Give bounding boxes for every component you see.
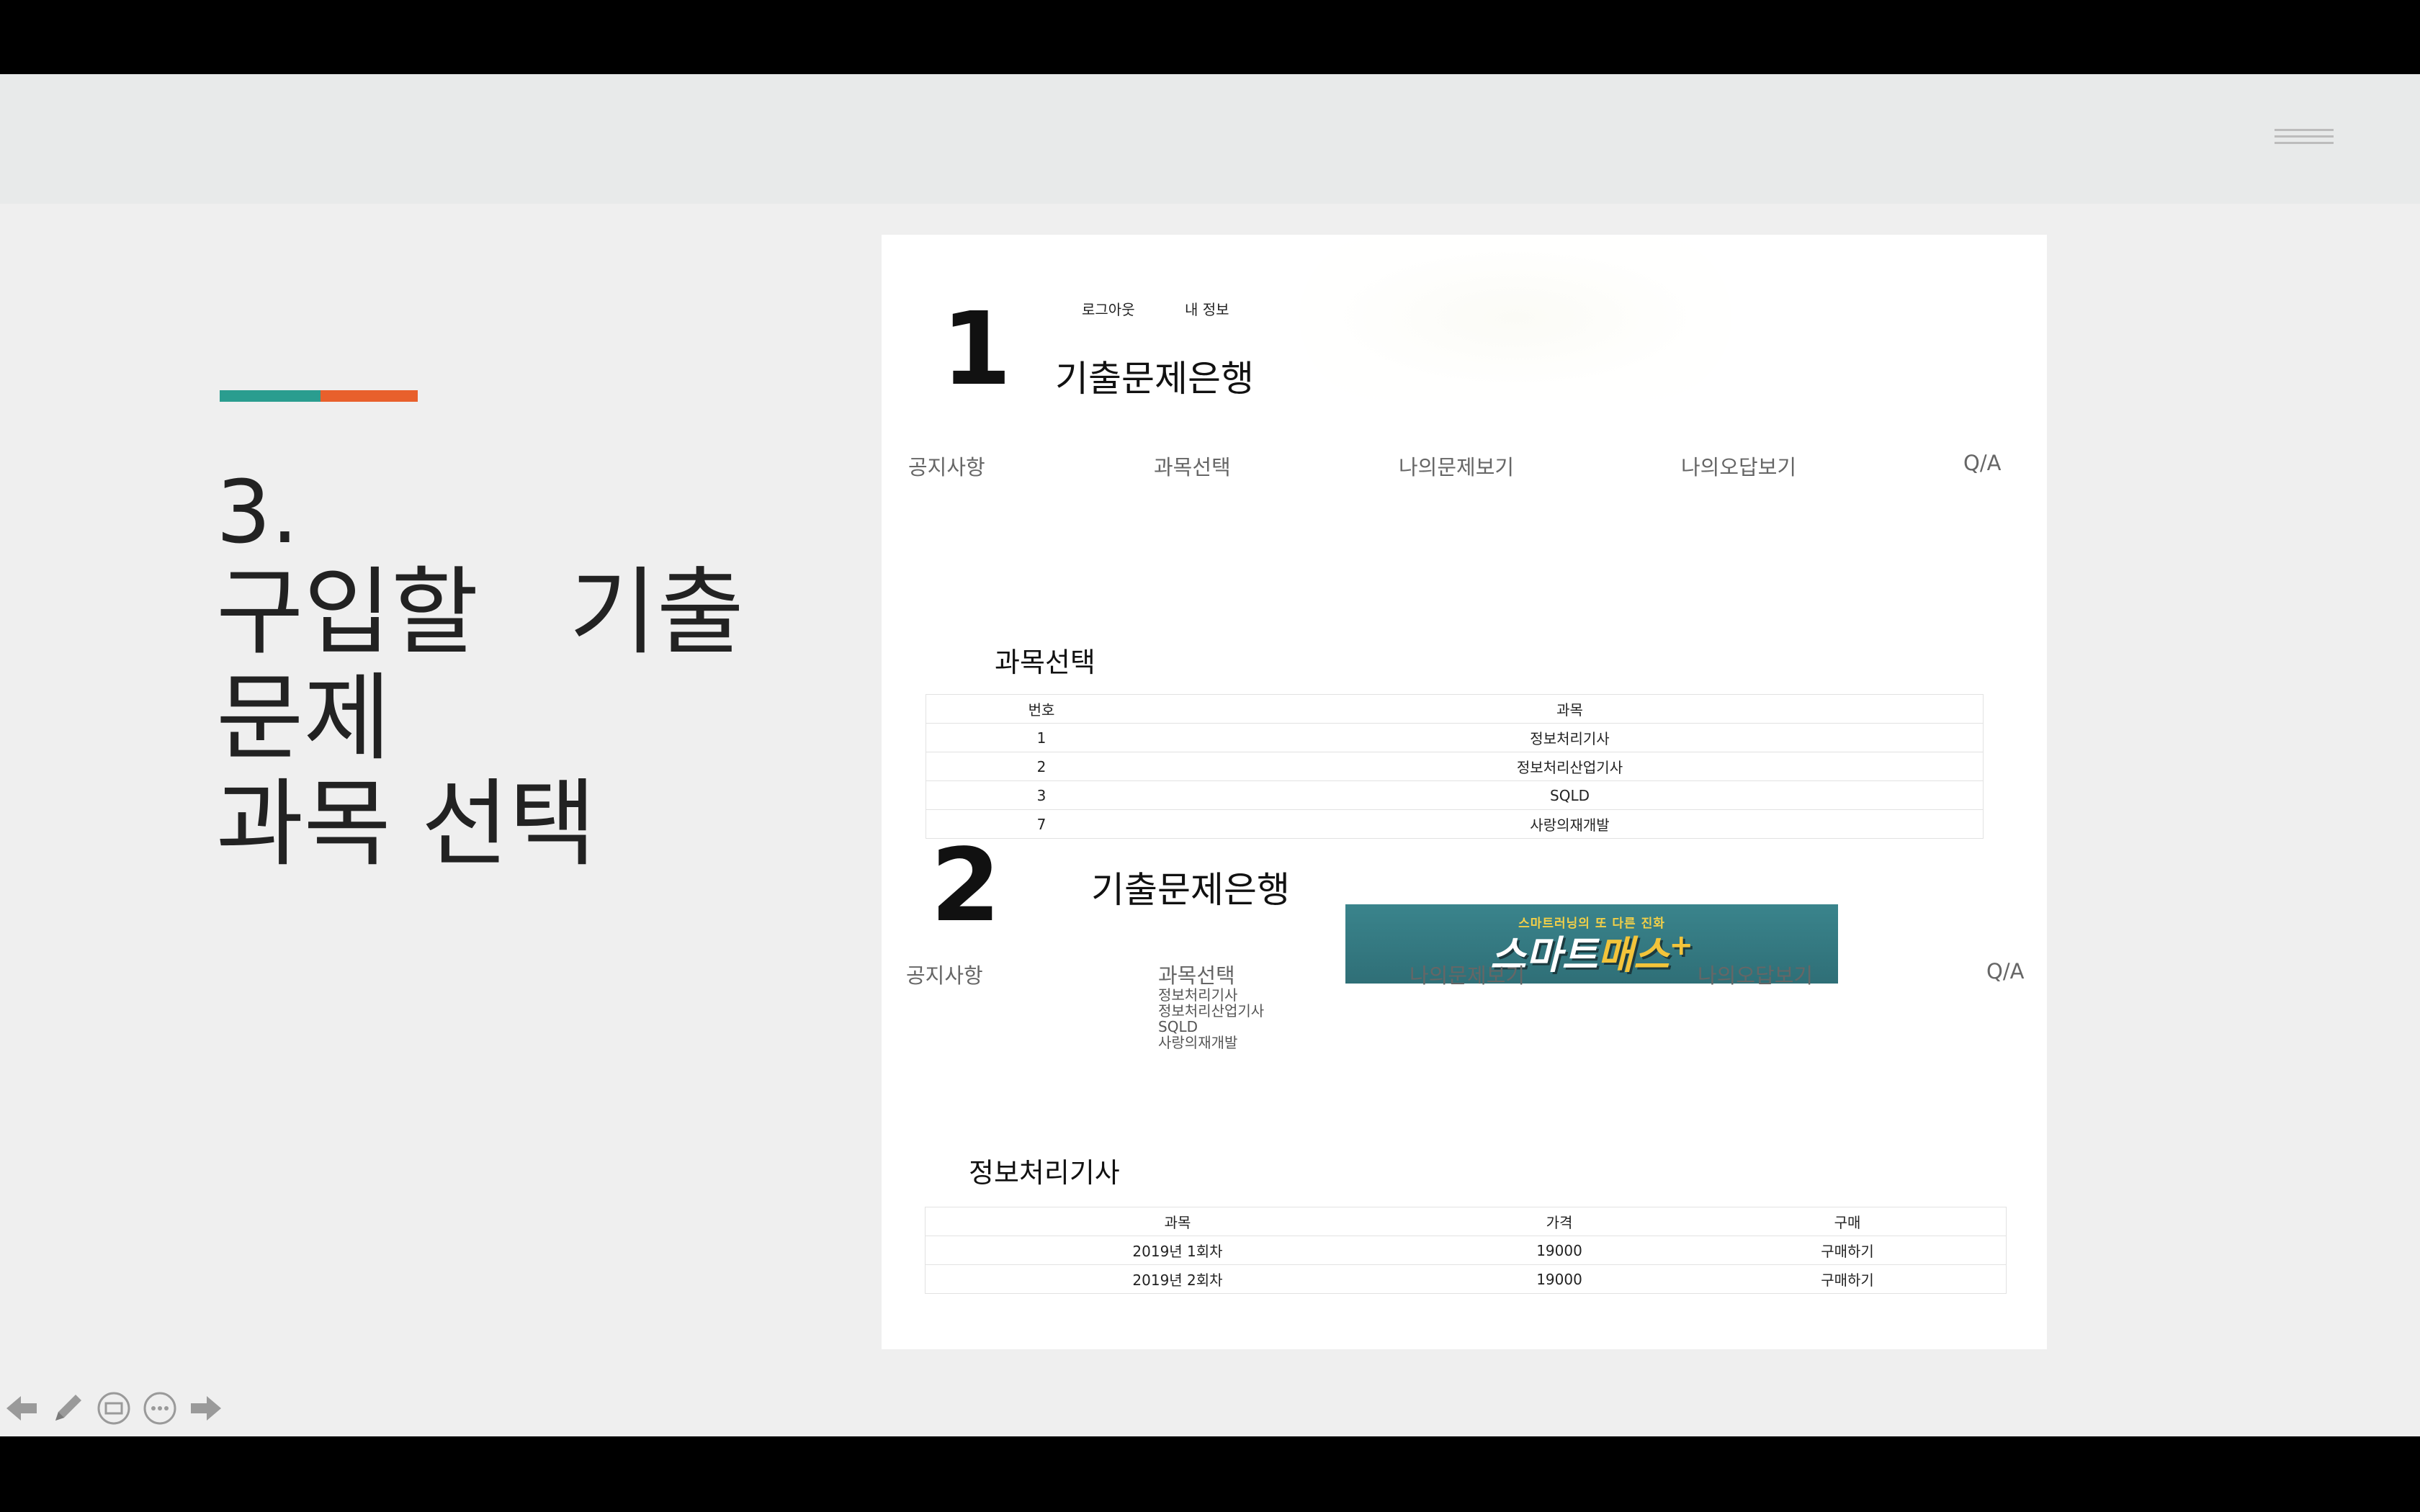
subject-link[interactable]: 정보처리기사 xyxy=(1157,723,1984,752)
logout-link[interactable]: 로그아웃 xyxy=(1082,298,1135,319)
hamburger-menu-icon[interactable] xyxy=(2275,129,2334,153)
table-cell: 3 xyxy=(926,780,1157,810)
buy-link[interactable]: 구매하기 xyxy=(1689,1264,2007,1294)
table-header: 구매 xyxy=(1689,1207,2007,1236)
nav-qa[interactable]: Q/A xyxy=(1986,959,2024,984)
table-row: 2019년 2회차 19000 구매하기 xyxy=(925,1264,2007,1294)
accent-bar-orange xyxy=(321,390,418,402)
faded-logo xyxy=(1299,235,1731,400)
nav-my-questions[interactable]: 나의문제보기 xyxy=(1399,451,1514,481)
presenter-toolbar xyxy=(0,1388,238,1428)
slides-icon[interactable] xyxy=(94,1388,134,1428)
pen-icon[interactable] xyxy=(48,1388,88,1428)
dropdown-item[interactable]: SQLD xyxy=(1158,1019,1264,1035)
nav-my-wrong-answers[interactable]: 나의오답보기 xyxy=(1681,451,1796,481)
nav-subject-select[interactable]: 과목선택 xyxy=(1158,959,1235,989)
nav-subject-select[interactable]: 과목선택 xyxy=(1154,451,1231,481)
site-title[interactable]: 기출문제은행 xyxy=(1055,350,1254,402)
back-arrow-icon[interactable] xyxy=(1,1388,42,1428)
table-row[interactable]: 2 정보처리산업기사 xyxy=(926,752,1984,781)
screenshot-panel: 1 로그아웃 내 정보 기출문제은행 공지사항 과목선택 나의문제보기 나의오답… xyxy=(882,235,2047,1349)
section-title: 정보처리기사 xyxy=(969,1157,1120,1189)
table-row: 2019년 1회차 19000 구매하기 xyxy=(925,1236,2007,1265)
slide-title-line: 과목 선택 xyxy=(216,769,596,880)
step-number: 2 xyxy=(931,827,1001,945)
buy-link[interactable]: 구매하기 xyxy=(1689,1236,2007,1265)
slide-number: 3. xyxy=(216,463,299,563)
table-header: 가격 xyxy=(1430,1207,1689,1236)
section-title: 과목선택 xyxy=(995,647,1095,678)
table-row[interactable]: 7 사랑의재개발 xyxy=(926,809,1984,839)
nav-notice[interactable]: 공지사항 xyxy=(906,959,983,989)
table-row[interactable]: 3 SQLD xyxy=(926,780,1984,810)
dropdown-item[interactable]: 사랑의재개발 xyxy=(1158,1035,1264,1050)
table-cell: 2019년 1회차 xyxy=(925,1236,1430,1265)
slide-title-line: 문제 xyxy=(216,663,391,774)
banner-plus: + xyxy=(1669,929,1693,962)
slide: 3. 구입할 기출 문제 과목 선택 1 로그아웃 내 정보 기출문제은행 공지… xyxy=(0,74,2420,1436)
table-header: 번호 xyxy=(926,694,1157,724)
more-icon[interactable] xyxy=(140,1388,180,1428)
table-header: 과목 xyxy=(925,1207,1430,1236)
nav-qa[interactable]: Q/A xyxy=(1963,451,2001,475)
slide-header-band xyxy=(0,74,2420,204)
table-header: 과목 xyxy=(1157,694,1984,724)
site-title[interactable]: 기출문제은행 xyxy=(1091,861,1290,913)
step-number: 1 xyxy=(941,291,1012,408)
banner-logo-part: 매스 xyxy=(1597,932,1670,978)
subject-table: 번호 과목 1 정보처리기사 2 정보처리산업기사 3 SQLD 7 사랑의재개… xyxy=(926,694,1984,839)
nav-notice[interactable]: 공지사항 xyxy=(908,451,985,481)
table-cell: 19000 xyxy=(1430,1264,1689,1294)
subject-link[interactable]: 사랑의재개발 xyxy=(1157,809,1984,839)
slide-title-line: 구입할 기출 xyxy=(216,557,745,668)
banner-subtitle: 스마트러닝의 또 다른 진화 xyxy=(1518,917,1665,931)
nav-my-questions[interactable]: 나의문제보기 xyxy=(1410,959,1525,989)
table-cell: 2 xyxy=(926,752,1157,781)
subject-link[interactable]: 정보처리산업기사 xyxy=(1157,752,1984,781)
nav-my-wrong-answers[interactable]: 나의오답보기 xyxy=(1698,959,1813,989)
exam-table: 과목 가격 구매 2019년 1회차 19000 구매하기 2019년 2회차 … xyxy=(925,1207,2007,1294)
forward-arrow-icon[interactable] xyxy=(186,1388,226,1428)
accent-bar-teal xyxy=(220,390,321,402)
subject-link[interactable]: SQLD xyxy=(1157,780,1984,810)
dropdown-item[interactable]: 정보처리기사 xyxy=(1158,987,1264,1003)
table-row[interactable]: 1 정보처리기사 xyxy=(926,723,1984,752)
table-cell: 2019년 2회차 xyxy=(925,1264,1430,1294)
table-cell: 19000 xyxy=(1430,1236,1689,1265)
slide-title: 3. 구입할 기출 문제 과목 선택 xyxy=(216,467,763,878)
subject-dropdown: 정보처리기사 정보처리산업기사 SQLD 사랑의재개발 xyxy=(1158,987,1264,1050)
table-cell: 1 xyxy=(926,723,1157,752)
dropdown-item[interactable]: 정보처리산업기사 xyxy=(1158,1003,1264,1019)
my-info-link[interactable]: 내 정보 xyxy=(1185,298,1229,319)
